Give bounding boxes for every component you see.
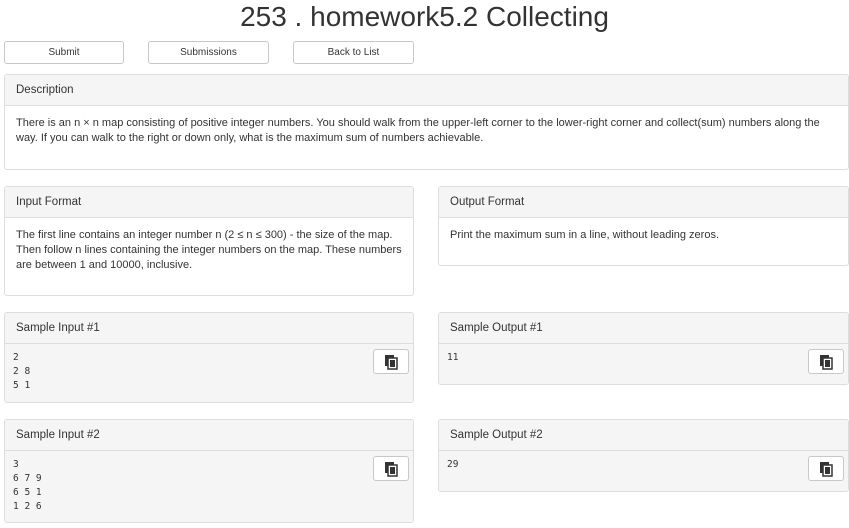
sample-input-body-2: 3 6 7 9 6 5 1 1 2 6 (5, 451, 413, 522)
sample-output-panel-2: Sample Output #2 29 (438, 419, 849, 492)
sample-output-panel-1: Sample Output #1 11 (438, 312, 849, 385)
copy-icon (385, 354, 398, 370)
description-text: There is an n × n map consisting of posi… (16, 117, 820, 144)
sample-output-text-2[interactable]: 29 (447, 458, 840, 472)
copy-icon (385, 461, 398, 477)
sample-input-text-2[interactable]: 3 6 7 9 6 5 1 1 2 6 (13, 458, 405, 514)
sample-output-body-1: 11 (439, 344, 848, 384)
copy-sample-input-1-button[interactable] (373, 349, 409, 374)
sample-input-panel-2: Sample Input #2 3 6 7 9 6 5 1 1 2 6 (4, 419, 414, 523)
problem-page: 253 . homework5.2 Collecting Submit Subm… (0, 0, 849, 528)
sample-output-body-2: 29 (439, 451, 848, 491)
copy-sample-input-2-button[interactable] (373, 456, 409, 481)
submissions-button[interactable]: Submissions (148, 41, 269, 64)
sample-output-heading-2: Sample Output #2 (439, 420, 848, 451)
input-format-panel: Input Format The first line contains an … (4, 186, 414, 296)
sample-output-heading-1: Sample Output #1 (439, 313, 848, 344)
description-panel: Description There is an n × n map consis… (4, 74, 849, 170)
sample-input-panel-1: Sample Input #1 2 2 8 5 1 (4, 312, 414, 403)
input-format-text: The first line contains an integer numbe… (16, 229, 402, 271)
sample-output-text-1[interactable]: 11 (447, 351, 840, 365)
copy-icon (820, 461, 833, 477)
description-heading: Description (5, 75, 848, 106)
copy-sample-output-2-button[interactable] (808, 456, 844, 481)
sample-input-heading-1: Sample Input #1 (5, 313, 413, 344)
sample-input-body-1: 2 2 8 5 1 (5, 344, 413, 402)
copy-icon (820, 354, 833, 370)
input-format-heading: Input Format (5, 187, 413, 218)
output-format-heading: Output Format (439, 187, 848, 218)
back-to-list-button[interactable]: Back to List (293, 41, 414, 64)
output-format-text: Print the maximum sum in a line, without… (450, 229, 720, 241)
page-title: 253 . homework5.2 Collecting (240, 1, 609, 32)
sample-input-text-1[interactable]: 2 2 8 5 1 (13, 351, 405, 393)
sample-input-heading-2: Sample Input #2 (5, 420, 413, 451)
submit-button[interactable]: Submit (4, 41, 124, 64)
output-format-panel: Output Format Print the maximum sum in a… (438, 186, 849, 266)
copy-sample-output-1-button[interactable] (808, 349, 844, 374)
